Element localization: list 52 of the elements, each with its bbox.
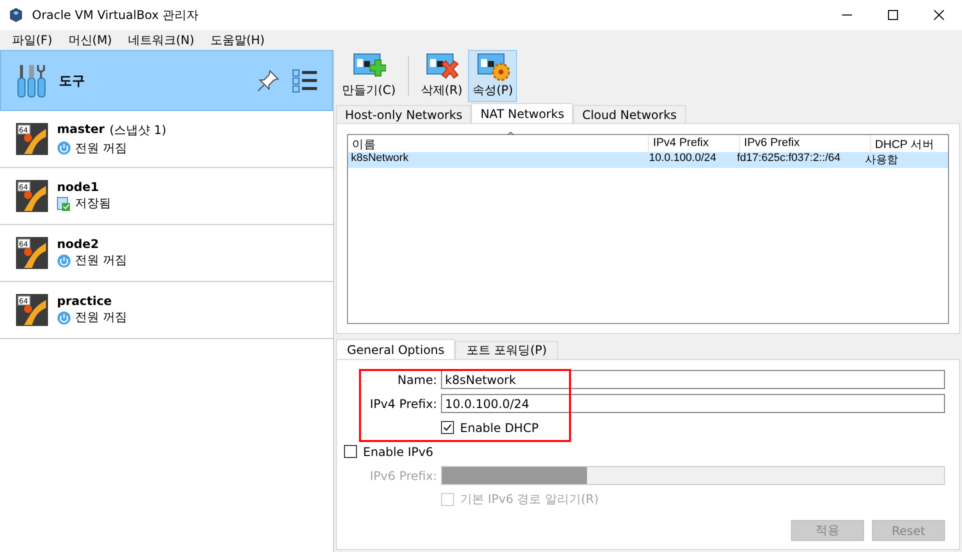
snapshot-label: (스냅샷 1) <box>110 122 166 138</box>
pin-icon[interactable] <box>256 68 280 92</box>
network-card-gear-icon <box>476 52 510 82</box>
vm-name: master <box>57 122 105 138</box>
table-cell-text: k8sNetwork <box>350 152 410 166</box>
tools-label: 도구 <box>59 72 85 90</box>
toolbar-button[interactable]: 삭제(R) <box>416 50 466 102</box>
toolbar-button[interactable]: 만들기(C) <box>338 50 400 102</box>
list-menu-icon[interactable] <box>292 68 318 92</box>
checkbox-label: Enable DHCP <box>460 420 539 434</box>
power-icon <box>57 141 71 155</box>
tools-header[interactable]: 도구 <box>0 50 333 111</box>
ipv4-prefix-field[interactable]: 10.0.100.0/24 <box>441 394 945 413</box>
tab[interactable]: Cloud Networks <box>573 105 686 123</box>
vm-status: 전원 꺼짐 <box>75 140 127 156</box>
power-icon <box>57 254 71 268</box>
checkbox-label: 기본 IPv6 경로 알리기(R) <box>460 491 599 508</box>
name-field[interactable]: k8sNetwork <box>441 370 945 389</box>
menu-item[interactable]: 파일(F) <box>4 32 60 48</box>
saved-state-icon <box>57 196 71 210</box>
close-icon[interactable] <box>934 10 944 20</box>
vm-status: 전원 꺼짐 <box>75 309 127 326</box>
menu-item[interactable]: 도움말(H) <box>202 32 273 48</box>
menu-item[interactable]: 네트워크(N) <box>120 32 202 48</box>
field-label: IPv4 Prefix: <box>368 396 437 410</box>
vm-name: node2 <box>57 237 99 251</box>
tab[interactable]: Host-only Networks <box>336 105 472 123</box>
vm-status: 전원 꺼짐 <box>75 252 127 269</box>
ipv6-prefix-field[interactable] <box>441 466 945 485</box>
toolbar-button[interactable]: 속성(P) <box>468 50 518 102</box>
vm-name: practice <box>57 294 112 308</box>
checkbox[interactable] <box>441 421 454 434</box>
maximize-icon[interactable] <box>888 10 898 20</box>
vm-status: 저장됨 <box>75 195 111 212</box>
tab[interactable]: General Options <box>336 339 456 359</box>
table-row[interactable]: k8sNetwork 10.0.100.0/24 fd17:625c:f037:2::/64 사용함 <box>348 152 948 168</box>
power-icon <box>57 310 71 324</box>
table-cell-text: fd17:625c:f037:2::/64 <box>736 152 842 166</box>
vm-name: node1 <box>57 180 99 194</box>
cube-icon <box>8 7 24 23</box>
tools-icon <box>17 64 47 98</box>
checkbox-label: Enable IPv6 <box>363 444 434 458</box>
tab[interactable]: NAT Networks <box>471 103 574 123</box>
field-label: Name: <box>396 372 437 386</box>
table-cell-text: 사용함 <box>864 153 899 168</box>
checkbox[interactable] <box>344 445 357 458</box>
window-title: Oracle VM VirtualBox 관리자 <box>32 6 199 24</box>
menu-item[interactable]: 머신(M) <box>60 32 120 48</box>
tab[interactable]: 포트 포워딩(P) <box>455 341 558 359</box>
table-cell-text: 10.0.100.0/24 <box>648 152 718 166</box>
field-label: IPv6 Prefix: <box>368 468 437 482</box>
column-header[interactable]: DHCP 서버 <box>871 135 947 152</box>
